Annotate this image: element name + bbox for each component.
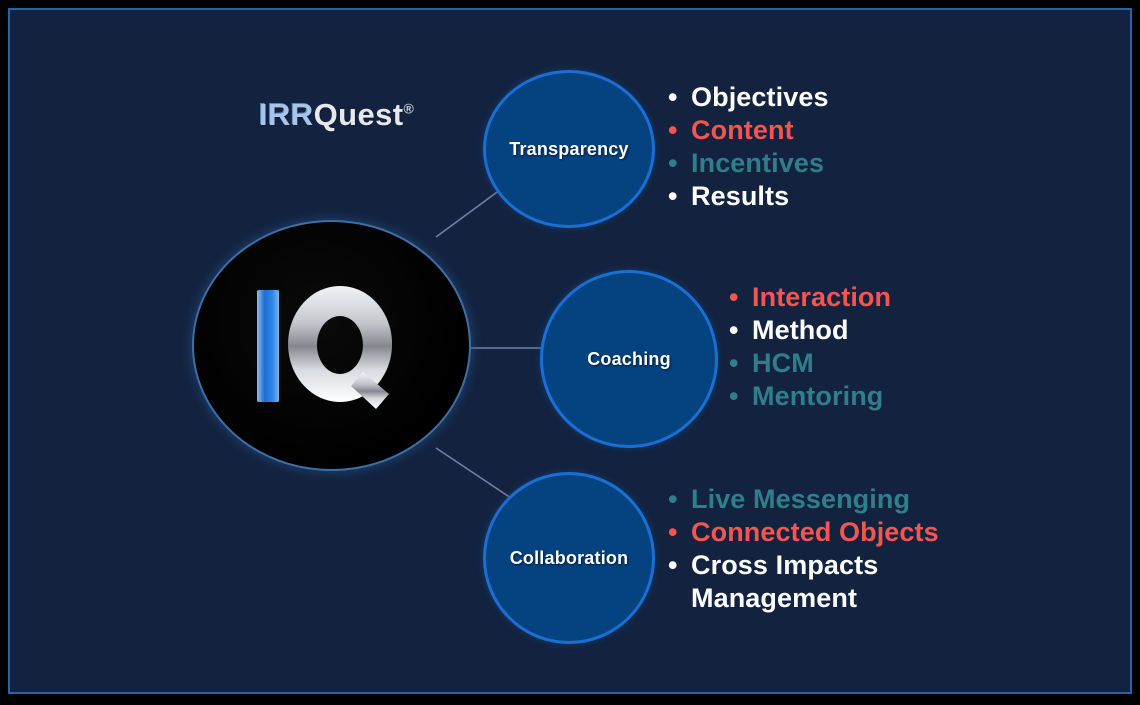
list-item-label: Content [691, 115, 794, 145]
center-node-iq[interactable] [192, 220, 471, 471]
bullet-icon: • [668, 181, 678, 211]
list-item: • Results [668, 180, 829, 213]
bullet-icon: • [668, 82, 678, 112]
list-item-label: Cross Impacts Management [691, 550, 879, 613]
list-item-label: Mentoring [752, 381, 884, 411]
list-item: • Content [668, 114, 829, 147]
node-transparency[interactable]: Transparency [483, 70, 655, 228]
list-item-label: Interaction [752, 282, 892, 312]
bullet-icon: • [729, 315, 739, 345]
registered-trademark-icon: ® [403, 100, 415, 117]
list-item: • Objectives [668, 81, 829, 114]
node-transparency-label: Transparency [509, 138, 629, 159]
bullet-icon: • [668, 517, 678, 547]
center-node-label [194, 222, 469, 469]
wordmark-quest: Quest [313, 97, 404, 132]
list-item: • Incentives [668, 147, 829, 180]
list-item: • Cross Impacts Management [668, 549, 939, 615]
list-item-label: Method [752, 315, 849, 345]
list-item: • HCM [729, 347, 891, 380]
bullet-icon: • [729, 381, 739, 411]
slide-canvas: IRRQuest® Transparency • Objectives • Co… [11, 11, 1129, 691]
bullet-icon: • [729, 282, 739, 312]
brand-wordmark: IRRQuest® [259, 99, 414, 130]
list-item: • Method [729, 314, 891, 347]
bullet-icon: • [668, 115, 678, 145]
list-item: • Interaction [729, 281, 891, 314]
list-item: • Mentoring [729, 380, 891, 413]
node-coaching-label: Coaching [587, 348, 671, 369]
list-item: • Connected Objects [668, 516, 939, 549]
node-collaboration-label: Collaboration [509, 547, 629, 568]
list-transparency: • Objectives • Content • Incentives • Re… [668, 81, 829, 213]
bullet-icon: • [668, 148, 678, 178]
list-collaboration: • Live Messenging • Connected Objects • … [668, 483, 939, 615]
bullet-icon: • [729, 348, 739, 378]
list-item-label: Connected Objects [691, 517, 939, 547]
iq-logo-icon [256, 285, 392, 409]
node-collaboration[interactable]: Collaboration [483, 472, 655, 644]
wordmark-irr: IRR [259, 97, 314, 132]
bullet-icon: • [668, 550, 678, 580]
slide-root: IRRQuest® Transparency • Objectives • Co… [0, 0, 1140, 705]
bullet-icon: • [668, 484, 678, 514]
list-coaching: • Interaction • Method • HCM • Mentoring [729, 281, 891, 413]
list-item-label: Objectives [691, 82, 829, 112]
list-item-label: Live Messenging [691, 484, 911, 514]
node-coaching[interactable]: Coaching [540, 270, 718, 448]
list-item-label: Incentives [691, 148, 825, 178]
list-item-label: HCM [752, 348, 814, 378]
list-item: • Live Messenging [668, 483, 939, 516]
list-item-label: Results [691, 181, 790, 211]
